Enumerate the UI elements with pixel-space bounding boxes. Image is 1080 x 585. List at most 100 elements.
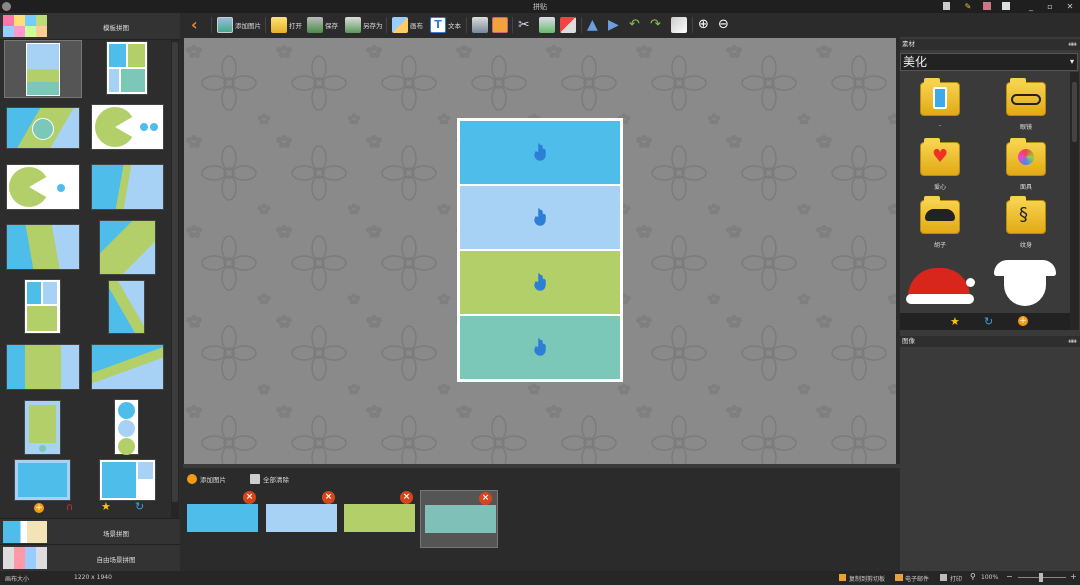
open-label: 打开 bbox=[289, 22, 302, 30]
zoom-icon: ⚲ bbox=[970, 572, 976, 581]
template-toolbar: + ∩ ★ ↻ bbox=[0, 501, 170, 519]
collage-cell-3[interactable] bbox=[460, 251, 620, 314]
pin-icon[interactable]: ᚔ bbox=[1068, 39, 1077, 50]
material-label: - bbox=[938, 122, 942, 129]
title-bar: 拼贴 ✎ _ ▫ ✕ bbox=[0, 0, 1080, 13]
remove-photo-icon[interactable]: × bbox=[400, 491, 413, 504]
photo-thumbnail-selected[interactable]: × bbox=[420, 490, 498, 548]
magnet-icon[interactable]: ∩ bbox=[66, 502, 76, 514]
add-image-tray-button[interactable]: 添加图片 bbox=[187, 472, 226, 486]
close-button[interactable]: ✕ bbox=[1065, 2, 1075, 11]
template-item[interactable] bbox=[99, 459, 156, 501]
material-label: 胡子 bbox=[933, 242, 946, 249]
material-item[interactable]: § 纹身 bbox=[994, 194, 1054, 264]
template-item[interactable] bbox=[106, 41, 148, 95]
glasses-icon bbox=[1006, 78, 1046, 116]
printer-icon bbox=[940, 574, 947, 581]
collage-cell-1[interactable] bbox=[460, 121, 620, 184]
tab-template-collage[interactable]: 模板拼图 bbox=[0, 13, 180, 40]
back-button[interactable]: ‹ bbox=[191, 15, 207, 35]
zoom-slider-handle[interactable] bbox=[1039, 573, 1043, 582]
scene-tab-thumbnail bbox=[3, 521, 47, 543]
canvas-button[interactable]: 画布 bbox=[392, 15, 423, 35]
zoom-out-icon[interactable]: − bbox=[1006, 572, 1013, 581]
flip-vertical-button[interactable]: ▲ bbox=[587, 15, 603, 35]
material-item[interactable]: 胡子 bbox=[908, 194, 968, 264]
cut-button[interactable]: ✂ bbox=[518, 15, 534, 35]
document-icon[interactable] bbox=[943, 2, 950, 10]
email-status-button[interactable]: 电子邮件 bbox=[905, 574, 929, 583]
remove-photo-icon[interactable]: × bbox=[243, 491, 256, 504]
zoom-in-icon: ⊕ bbox=[698, 17, 709, 32]
star-icon[interactable]: ★ bbox=[950, 315, 960, 328]
copy-clipboard-button[interactable]: 复制到剪切板 bbox=[849, 574, 885, 583]
remove-photo-icon[interactable]: × bbox=[322, 491, 335, 504]
chart-icon[interactable] bbox=[1002, 2, 1010, 10]
text-button[interactable]: T 文本 bbox=[430, 15, 461, 35]
template-item[interactable] bbox=[6, 344, 80, 390]
template-item[interactable] bbox=[24, 279, 61, 334]
template-item[interactable] bbox=[99, 220, 156, 275]
template-scrollbar[interactable] bbox=[171, 40, 179, 518]
template-item[interactable] bbox=[91, 104, 164, 150]
save-button[interactable]: 保存 bbox=[307, 15, 338, 35]
refresh-icon[interactable]: ↻ bbox=[984, 315, 993, 328]
add-image-icon bbox=[217, 17, 233, 33]
email-button[interactable] bbox=[492, 15, 508, 35]
add-icon[interactable]: + bbox=[1018, 316, 1028, 326]
pin-icon[interactable]: ᚔ bbox=[1068, 336, 1077, 347]
photo-thumbnail[interactable]: × bbox=[183, 490, 261, 548]
hand-cursor-icon bbox=[534, 273, 548, 291]
template-item[interactable] bbox=[6, 107, 80, 149]
zoom-in-icon[interactable]: + bbox=[1070, 572, 1077, 581]
eraser-button[interactable] bbox=[671, 15, 687, 35]
template-item[interactable] bbox=[6, 164, 80, 210]
category-select[interactable]: 美化 ▾ bbox=[900, 53, 1078, 71]
materials-scrollbar[interactable] bbox=[1070, 72, 1079, 330]
remove-photo-icon[interactable]: × bbox=[479, 492, 492, 505]
santa-hat-material[interactable] bbox=[906, 258, 976, 308]
add-icon[interactable]: + bbox=[34, 503, 44, 513]
open-button[interactable]: 打开 bbox=[271, 15, 302, 35]
refresh-icon[interactable]: ↻ bbox=[135, 501, 147, 513]
template-item[interactable] bbox=[114, 399, 139, 455]
hand-cursor-icon bbox=[534, 338, 548, 356]
star-icon[interactable]: ★ bbox=[101, 501, 113, 513]
template-item[interactable] bbox=[14, 459, 71, 501]
clear-all-button[interactable]: 全部清除 bbox=[250, 472, 289, 486]
print-status-button[interactable]: 打印 bbox=[950, 574, 962, 583]
copy-button[interactable] bbox=[539, 15, 555, 35]
envelope-icon bbox=[492, 17, 508, 33]
template-item[interactable] bbox=[91, 344, 164, 390]
flip-horizontal-button[interactable]: ▶ bbox=[608, 15, 624, 35]
pencil-icon[interactable]: ✎ bbox=[963, 2, 973, 11]
paste-button[interactable] bbox=[560, 15, 576, 35]
zoom-in-button[interactable]: ⊕ bbox=[698, 15, 714, 35]
zoom-out-button[interactable]: ⊖ bbox=[718, 15, 734, 35]
photo-thumbnail[interactable]: × bbox=[262, 490, 340, 548]
tab-free-scene-collage[interactable]: 自由场景拼图 bbox=[0, 545, 180, 572]
beard-material[interactable] bbox=[992, 258, 1058, 310]
free-scene-tab-thumbnail bbox=[3, 547, 47, 569]
photo-thumbnail[interactable]: × bbox=[340, 490, 418, 548]
save-as-button[interactable]: 另存为 bbox=[345, 15, 383, 35]
user-icon[interactable] bbox=[983, 2, 991, 10]
template-item[interactable] bbox=[4, 40, 82, 98]
image-panel-title: 图像 bbox=[902, 337, 915, 345]
save-as-label: 另存为 bbox=[363, 22, 383, 30]
print-button[interactable] bbox=[472, 15, 488, 35]
add-image-button[interactable]: 添加图片 bbox=[217, 15, 261, 35]
collage-cell-4[interactable] bbox=[460, 316, 620, 379]
minimize-button[interactable]: _ bbox=[1026, 2, 1036, 11]
template-item[interactable] bbox=[6, 224, 80, 270]
template-item[interactable] bbox=[108, 280, 145, 334]
rotate-right-button[interactable]: ↷ bbox=[650, 15, 666, 35]
template-item[interactable] bbox=[24, 400, 61, 455]
maximize-button[interactable]: ▫ bbox=[1045, 2, 1055, 11]
collage-cell-2[interactable] bbox=[460, 186, 620, 249]
printer-icon bbox=[472, 17, 488, 33]
tab-scene-collage[interactable]: 场景拼图 bbox=[0, 518, 180, 545]
collage-canvas[interactable] bbox=[184, 38, 896, 464]
template-item[interactable] bbox=[91, 164, 164, 210]
rotate-left-button[interactable]: ↶ bbox=[629, 15, 645, 35]
